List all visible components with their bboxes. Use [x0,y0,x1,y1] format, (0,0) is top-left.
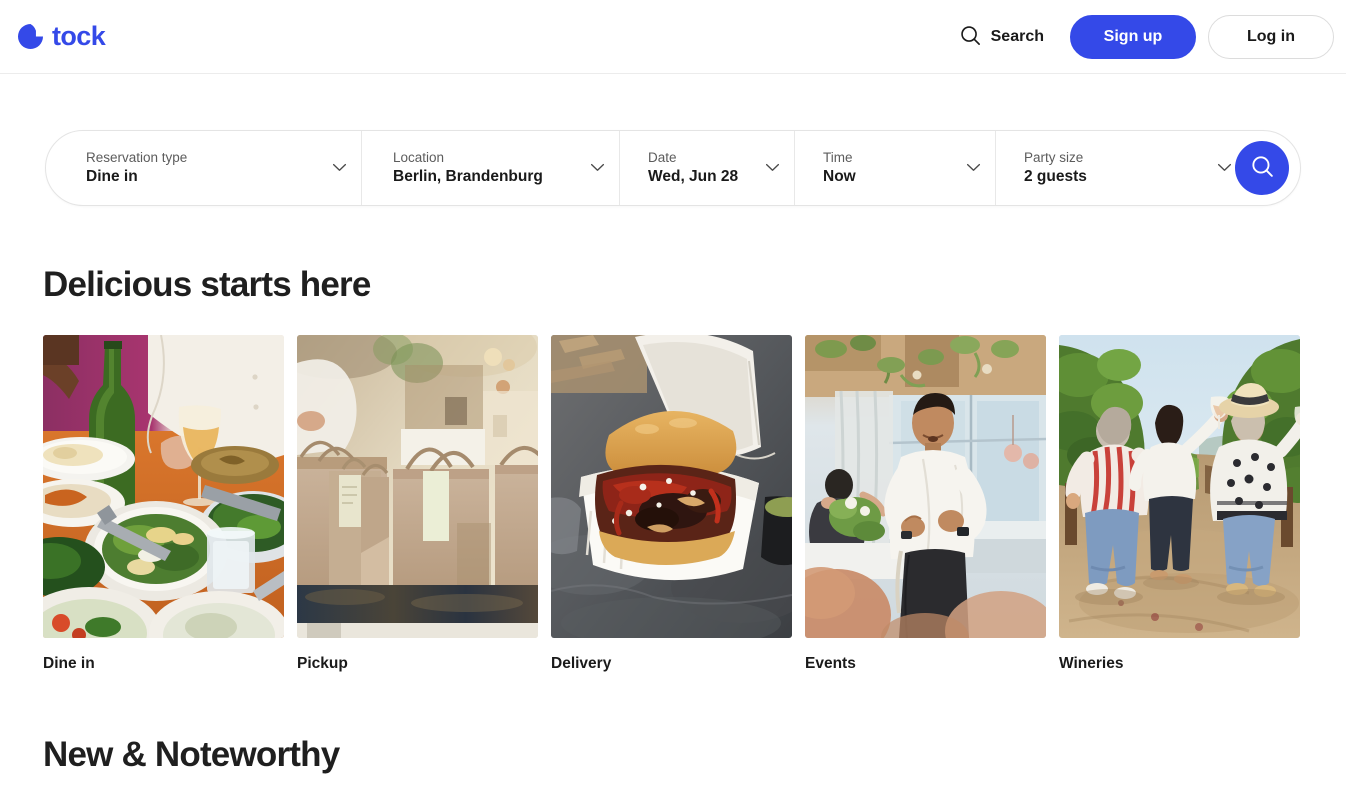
party-size-label: Party size [1024,149,1084,165]
party-size-value: 2 guests [1024,168,1087,186]
time-value: Now [823,168,856,186]
search-icon [959,24,982,50]
tock-logo[interactable]: tock [12,21,106,51]
signup-button[interactable]: Sign up [1070,14,1196,59]
bbq-sandwich-in-takeout-container-image [551,334,792,638]
header-search-label: Search [990,27,1044,45]
chef-speaking-to-guests-in-dining-room-image [805,334,1046,638]
category-label: Pickup [297,654,348,672]
category-card-dine-in[interactable]: Dine in [43,334,284,673]
tock-circle-logo-icon [16,22,45,51]
chevron-down-icon [1217,159,1232,177]
chevron-down-icon [590,159,605,177]
time-label: Time [823,149,853,165]
reservation-type-value: Dine in [86,168,138,186]
category-card-list: Dine in Pickup Delivery Events Wineries [43,334,1303,673]
category-card-events[interactable]: Events [805,334,1046,673]
reservation-type-field[interactable]: Reservation type Dine in [46,131,362,205]
next-section: New & Noteworthy [0,735,1346,775]
paper-takeout-bags-on-counter-image [297,334,538,638]
search-submit-button[interactable] [1235,141,1289,195]
category-card-pickup[interactable]: Pickup [297,334,538,673]
reservation-search-bar: Reservation type Dine in Location Berlin… [45,130,1301,206]
date-field[interactable]: Date Wed, Jun 28 [620,131,795,205]
category-card-delivery[interactable]: Delivery [551,334,792,673]
page-title: Delicious starts here [43,265,371,304]
category-label: Dine in [43,654,95,672]
time-field[interactable]: Time Now [795,131,996,205]
header-actions: Search Sign up Log in [945,14,1334,59]
category-label: Wineries [1059,654,1124,672]
location-value: Berlin, Brandenburg [393,168,543,186]
reservation-type-label: Reservation type [86,149,188,165]
chevron-down-icon [332,159,347,177]
search-icon [1250,154,1275,182]
chevron-down-icon [765,159,780,177]
categories-section: Delicious starts here Dine in Pickup Del… [0,265,1346,673]
party-size-field[interactable]: Party size 2 guests [996,131,1246,205]
category-label: Events [805,654,856,672]
location-field[interactable]: Location Berlin, Brandenburg [362,131,620,205]
category-card-wineries[interactable]: Wineries [1059,334,1300,673]
tock-logo-text: tock [52,21,106,51]
login-button[interactable]: Log in [1208,14,1334,59]
site-header: tock Search Sign up Log in [0,0,1346,74]
date-value: Wed, Jun 28 [648,168,739,186]
next-section-title: New & Noteworthy [43,734,340,774]
dining-table-with-food-and-wine-bottle-image [43,334,284,638]
header-search-button[interactable]: Search [945,16,1058,58]
location-label: Location [393,149,445,165]
category-label: Delivery [551,654,612,672]
date-label: Date [648,149,677,165]
search-bar-container: Reservation type Dine in Location Berlin… [0,74,1346,206]
three-people-walking-in-vineyard-image [1059,334,1300,638]
chevron-down-icon [966,159,981,177]
